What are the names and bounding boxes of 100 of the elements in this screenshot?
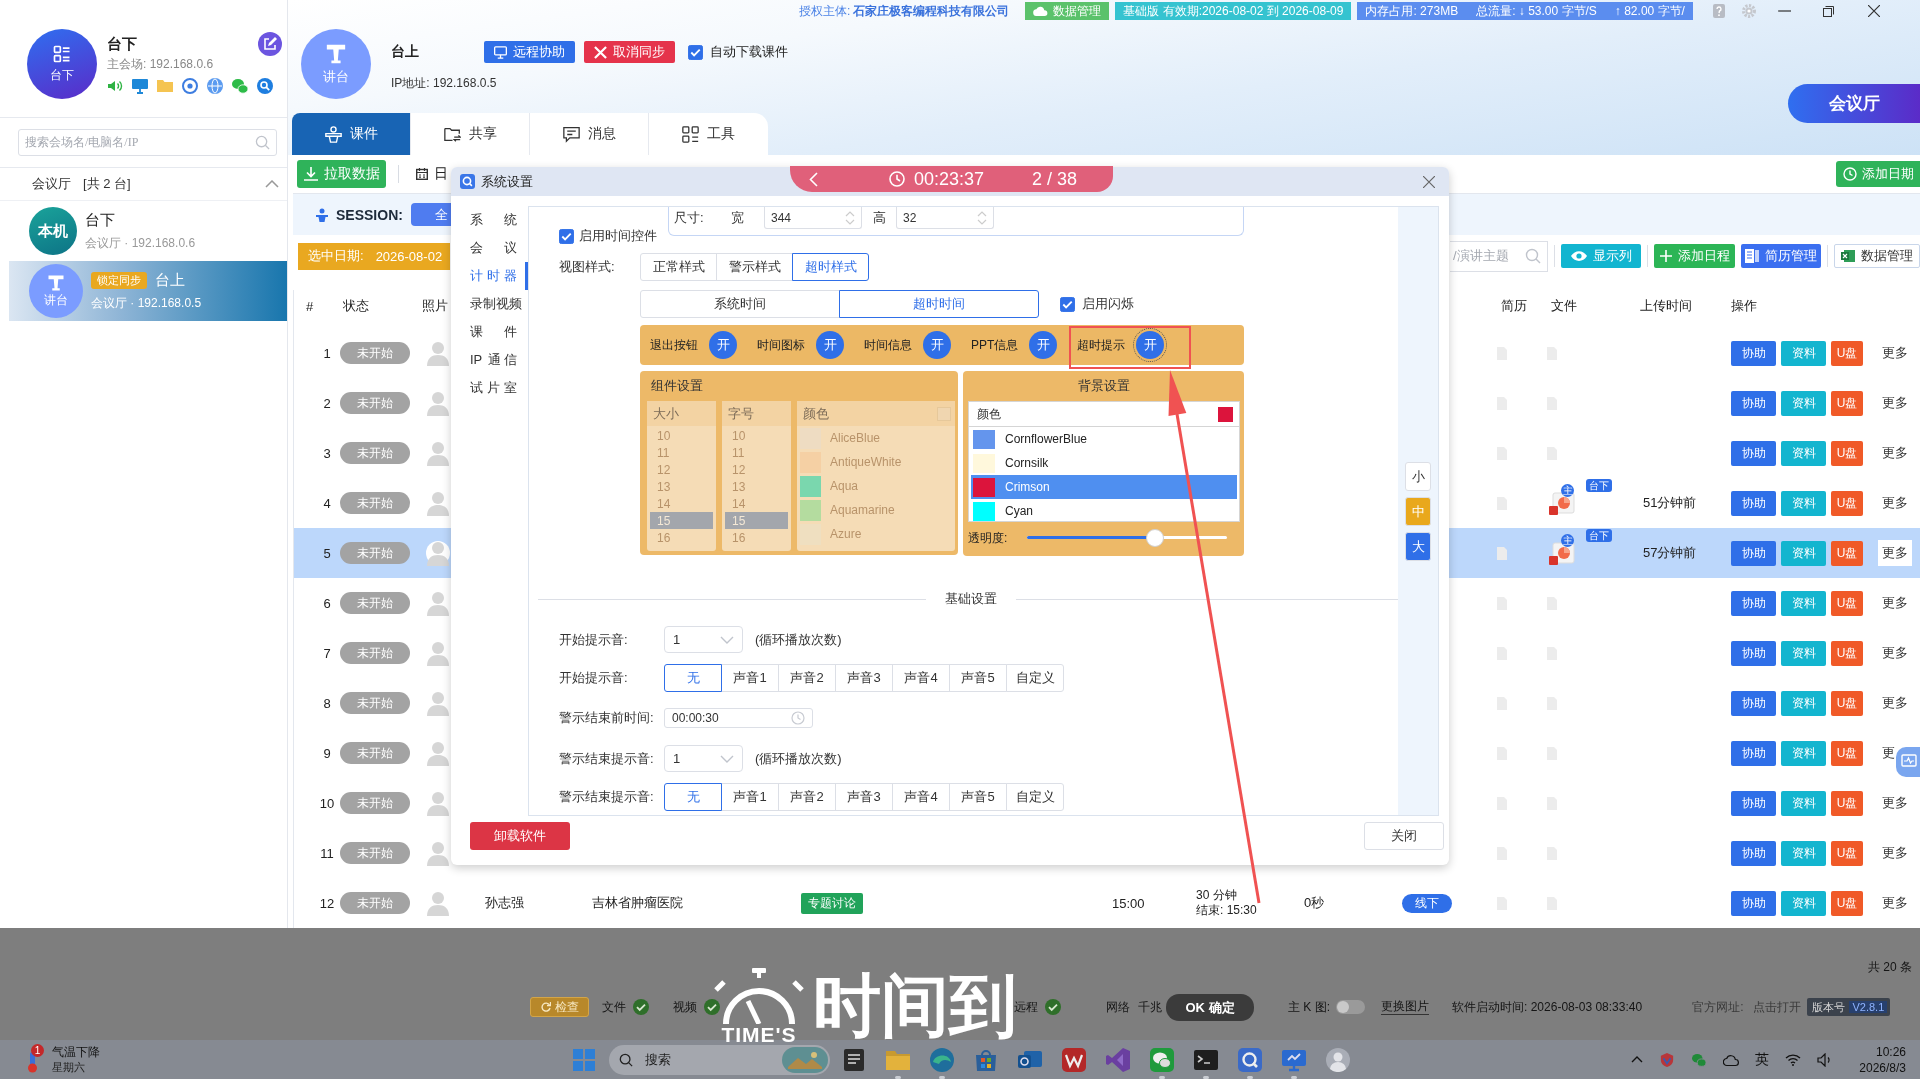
times-caption: TIME'S: [721, 1024, 797, 1046]
badge-text: 内存占用: 273MB: [1365, 2, 1459, 20]
check-label: 远程: [1014, 998, 1038, 1016]
avatar-label: 讲台: [323, 67, 349, 86]
start-time: 15:00: [1112, 895, 1145, 911]
field-label: 开始提示音:: [559, 630, 629, 649]
upload-time: 57分钟前: [1643, 545, 1697, 560]
row-number: 11: [320, 845, 334, 861]
toggle-label: 时间信息: [864, 336, 912, 354]
list-header: 颜色: [803, 404, 829, 423]
elapsed-time: 0秒: [1304, 895, 1325, 910]
field-label: 警示结束提示音:: [559, 749, 655, 768]
check-label: 视频: [673, 998, 697, 1016]
row-number: 9: [323, 745, 331, 761]
column-header: 文件: [1550, 297, 1578, 315]
panel-title: 背景设置: [1077, 378, 1131, 394]
device-name: 台上: [155, 270, 185, 290]
status-pill: 未开始: [340, 492, 410, 514]
field-label: 开始提示音:: [559, 669, 629, 687]
toggle-label: PPT信息: [971, 336, 1019, 354]
checkbox-label: 自动下载课件: [710, 43, 788, 61]
status-pill: 未开始: [340, 792, 410, 814]
color-name: Cornsilk: [1005, 456, 1049, 470]
status-pill: 未开始: [340, 892, 410, 914]
ip-address: IP地址: 192.168.0.5: [391, 75, 498, 92]
row-number: 12: [319, 895, 335, 911]
row-number: 1: [323, 345, 331, 361]
badge-text: ↑ 82.00 字节/: [1614, 2, 1685, 20]
avatar-label: 讲台: [44, 291, 68, 309]
date-label: 选中日期:: [308, 247, 364, 265]
timer-time: 00:23:37: [914, 168, 985, 190]
row-number: 6: [323, 595, 331, 611]
column-header: 照片: [421, 297, 449, 315]
row-number: 3: [323, 445, 331, 461]
row-number: 10: [319, 795, 335, 811]
status-pill: 未开始: [340, 742, 410, 764]
field-label: 视图样式:: [559, 258, 616, 276]
list-header: 字号: [722, 401, 791, 426]
panel-title: 组件设置: [650, 378, 704, 394]
column-header: 简历: [1500, 297, 1528, 315]
network-label: 网络: [1106, 998, 1130, 1016]
sync-badge: 锁定同步: [91, 271, 147, 289]
status-pill: 未开始: [340, 592, 410, 614]
device-address: 会议厅 · 192.168.0.6: [85, 234, 196, 252]
color-name: Crimson: [1005, 480, 1050, 494]
network-speed: 千兆: [1138, 998, 1162, 1016]
column-header: #: [305, 298, 315, 314]
source-badge: 台下: [1586, 529, 1612, 542]
checkbox-label: 启用时间控件: [579, 227, 657, 245]
row-number: 5: [323, 545, 331, 561]
toggle-label: 超时提示: [1077, 336, 1126, 354]
badge-text: 基础版 有效期:2026-08-02 到 2026-08-09: [1123, 2, 1344, 20]
session-label: SESSION:: [336, 206, 403, 223]
end-time: 结束: 15:30: [1196, 903, 1258, 918]
row-number: 4: [323, 495, 331, 511]
column-header: 操作: [1730, 297, 1758, 315]
status-pill: 未开始: [340, 692, 410, 714]
total-count: 共 20 条: [1868, 958, 1912, 976]
field-label: 警示结束前时间:: [559, 709, 655, 727]
list-header: 大小: [647, 401, 716, 426]
version-number: V2.8.1: [1849, 1001, 1888, 1013]
source-badge: 台下: [1586, 479, 1612, 492]
status-pill: 未开始: [340, 842, 410, 864]
topic-tag: 专题讨论: [801, 892, 863, 914]
date-value: 2026-08-02: [375, 248, 443, 264]
website-label: 官方网址:: [1692, 998, 1744, 1016]
license-holder: 石家庄极客编程科技有限公司: [853, 2, 1010, 20]
device-address: 主会场: 192.168.0.6: [107, 56, 215, 72]
color-name: CornflowerBlue: [1005, 432, 1088, 446]
group-name: 会议厅: [32, 175, 71, 193]
column-header: 状态: [342, 297, 370, 315]
toggle-label: 时间图标: [757, 336, 805, 354]
height-label: 高: [873, 209, 887, 227]
opacity-label: 透明度:: [968, 529, 1009, 547]
column-header: 上传时间: [1639, 297, 1693, 315]
duration: 30 分钟: [1196, 888, 1238, 903]
color-name: Cyan: [1005, 504, 1033, 518]
dialog-title: 系统设置: [481, 172, 533, 191]
device-name: 台下: [107, 34, 137, 54]
avatar-label: 本机: [38, 221, 68, 241]
mode-tag: 线下: [1402, 893, 1452, 913]
check-label: 文件: [602, 998, 626, 1016]
start-time: 软件启动时间: 2026-08-03 08:33:40: [1452, 998, 1643, 1016]
version-label: 版本号: [1812, 999, 1846, 1015]
avatar-label: 台下: [50, 67, 74, 84]
k-image-label: 主 K 图:: [1288, 998, 1330, 1016]
slide-counter: 2 / 38: [1032, 168, 1078, 190]
checkbox-label: 启用闪烁: [1082, 295, 1134, 313]
field-note: (循环播放次数): [755, 749, 842, 768]
upload-time: 51分钟前: [1643, 495, 1697, 510]
section-title: 基础设置: [945, 590, 997, 608]
organization: 吉林省肿瘤医院: [592, 895, 683, 910]
status-pill: 未开始: [340, 642, 410, 664]
status-pill: 未开始: [340, 442, 410, 464]
status-pill: 未开始: [340, 542, 410, 564]
row-number: 8: [323, 695, 331, 711]
badge-text: 总流量: ↓ 53.00 字节/S: [1476, 2, 1597, 20]
speaker-name: 孙志强: [485, 895, 524, 910]
row-number: 7: [323, 645, 331, 661]
alert-badge: 1: [31, 1043, 44, 1057]
